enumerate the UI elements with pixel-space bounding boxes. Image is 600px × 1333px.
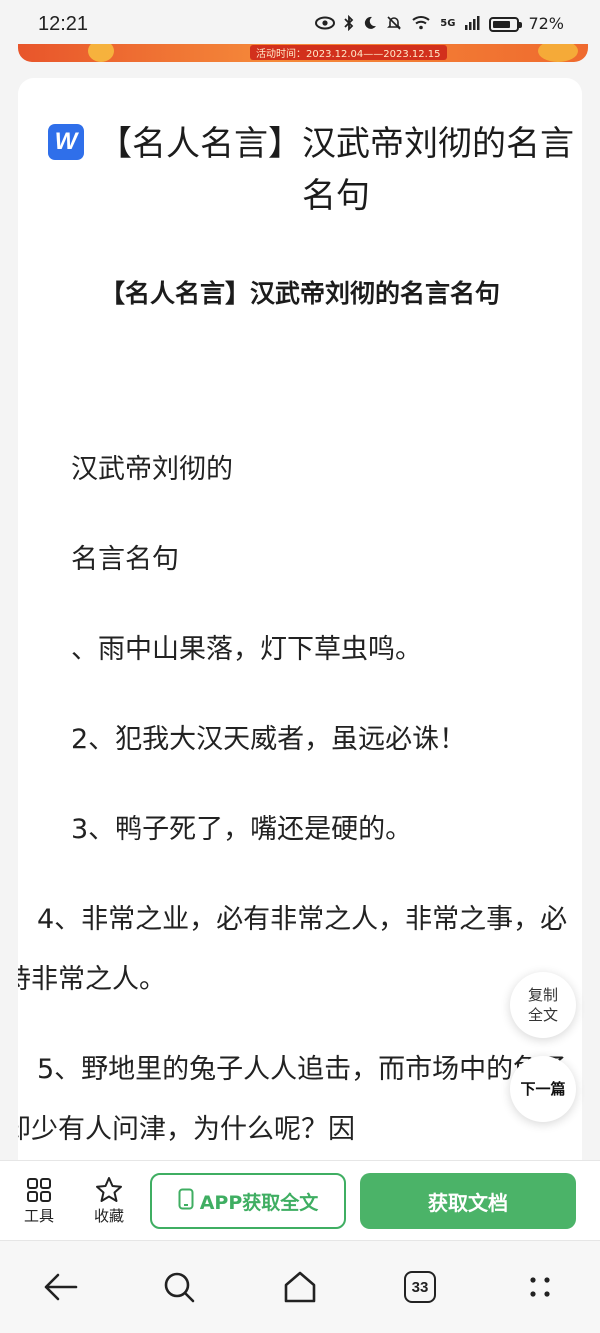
banner-event-date: 活动时间：2023.12.04——2023.12.15 <box>250 45 447 60</box>
tools-button[interactable]: 工具 <box>14 1175 64 1226</box>
wifi-icon <box>411 15 431 33</box>
search-button[interactable] <box>157 1265 201 1309</box>
favorite-label: 收藏 <box>93 1207 124 1225</box>
favorite-button[interactable]: 收藏 <box>84 1175 134 1226</box>
paragraph: 汉武帝刘彻的 <box>71 454 233 485</box>
paragraph: 4、非常之业，必有非常之人，非常之事，必待非常之人。 <box>18 904 568 995</box>
star-icon <box>84 1175 134 1205</box>
document-subtitle: 【名人名言】汉武帝刘彻的名言名句 <box>99 279 500 308</box>
document-card: W 【名人名言】汉武帝刘彻的名言名句 【名人名言】汉武帝刘彻的名言名句 汉武帝刘… <box>18 78 582 1168</box>
get-document-button[interactable]: 获取文档 <box>360 1173 576 1229</box>
action-bar: 工具 收藏 APP获取全文 获取文档 <box>0 1160 600 1240</box>
menu-button[interactable] <box>518 1265 562 1309</box>
paragraph: 3、鸭子死了，嘴还是硬的。 <box>71 814 413 845</box>
copy-all-label: 复制全文 <box>527 986 558 1024</box>
moon-icon <box>363 16 377 33</box>
browser-nav-bar: 33 <box>0 1240 600 1333</box>
coin-decoration-icon <box>538 44 578 62</box>
more-dots-icon <box>530 1277 550 1297</box>
back-button[interactable] <box>38 1265 82 1309</box>
coin-decoration-icon <box>88 44 114 62</box>
page-title: 【名人名言】汉武帝刘彻的名言名句 <box>98 124 574 216</box>
paragraph: 、雨中山果落，灯下草虫鸣。 <box>71 634 422 665</box>
tabs-button[interactable]: 33 <box>398 1265 442 1309</box>
status-time: 12:21 <box>38 12 89 35</box>
eye-icon <box>315 16 336 33</box>
promo-banner[interactable]: 活动时间：2023.12.04——2023.12.15 <box>18 44 588 62</box>
app-full-text-button[interactable]: APP获取全文 <box>150 1173 346 1229</box>
search-icon <box>164 1272 195 1303</box>
bluetooth-icon <box>344 14 354 34</box>
document-body: 汉武帝刘彻的 名言名句 、雨中山果落，灯下草虫鸣。 2、犯我大汉天威者，虽远必诛… <box>18 440 568 1168</box>
paragraph: 5、野地里的兔子人人追击，而市场中的兔子却少有人问津，为什么呢？因 <box>18 1054 568 1145</box>
signal-icon <box>464 15 480 33</box>
status-icons: 5G 72% <box>315 14 564 34</box>
home-button[interactable] <box>278 1265 322 1309</box>
status-bar: 12:21 5G 72% <box>0 0 600 48</box>
copy-all-button[interactable]: 复制全文 <box>510 972 576 1038</box>
network-type: 5G <box>440 18 456 29</box>
phone-icon <box>178 1188 194 1215</box>
battery-percent: 72% <box>528 14 564 33</box>
battery-icon <box>489 16 523 32</box>
mute-bell-icon <box>386 15 402 34</box>
tools-label: 工具 <box>23 1207 54 1225</box>
home-icon <box>284 1271 316 1303</box>
paragraph: 名言名句 <box>71 544 179 575</box>
tab-count: 33 <box>404 1271 436 1303</box>
next-article-button[interactable]: 下一篇 <box>510 1056 576 1122</box>
app-full-text-label: APP获取全文 <box>199 1191 319 1214</box>
next-article-label: 下一篇 <box>520 1080 566 1098</box>
word-doc-icon: W <box>48 124 84 160</box>
get-document-label: 获取文档 <box>428 1190 508 1215</box>
paragraph: 2、犯我大汉天威者，虽远必诛！ <box>71 724 467 755</box>
grid-icon <box>14 1175 64 1205</box>
back-arrow-icon <box>44 1273 78 1301</box>
